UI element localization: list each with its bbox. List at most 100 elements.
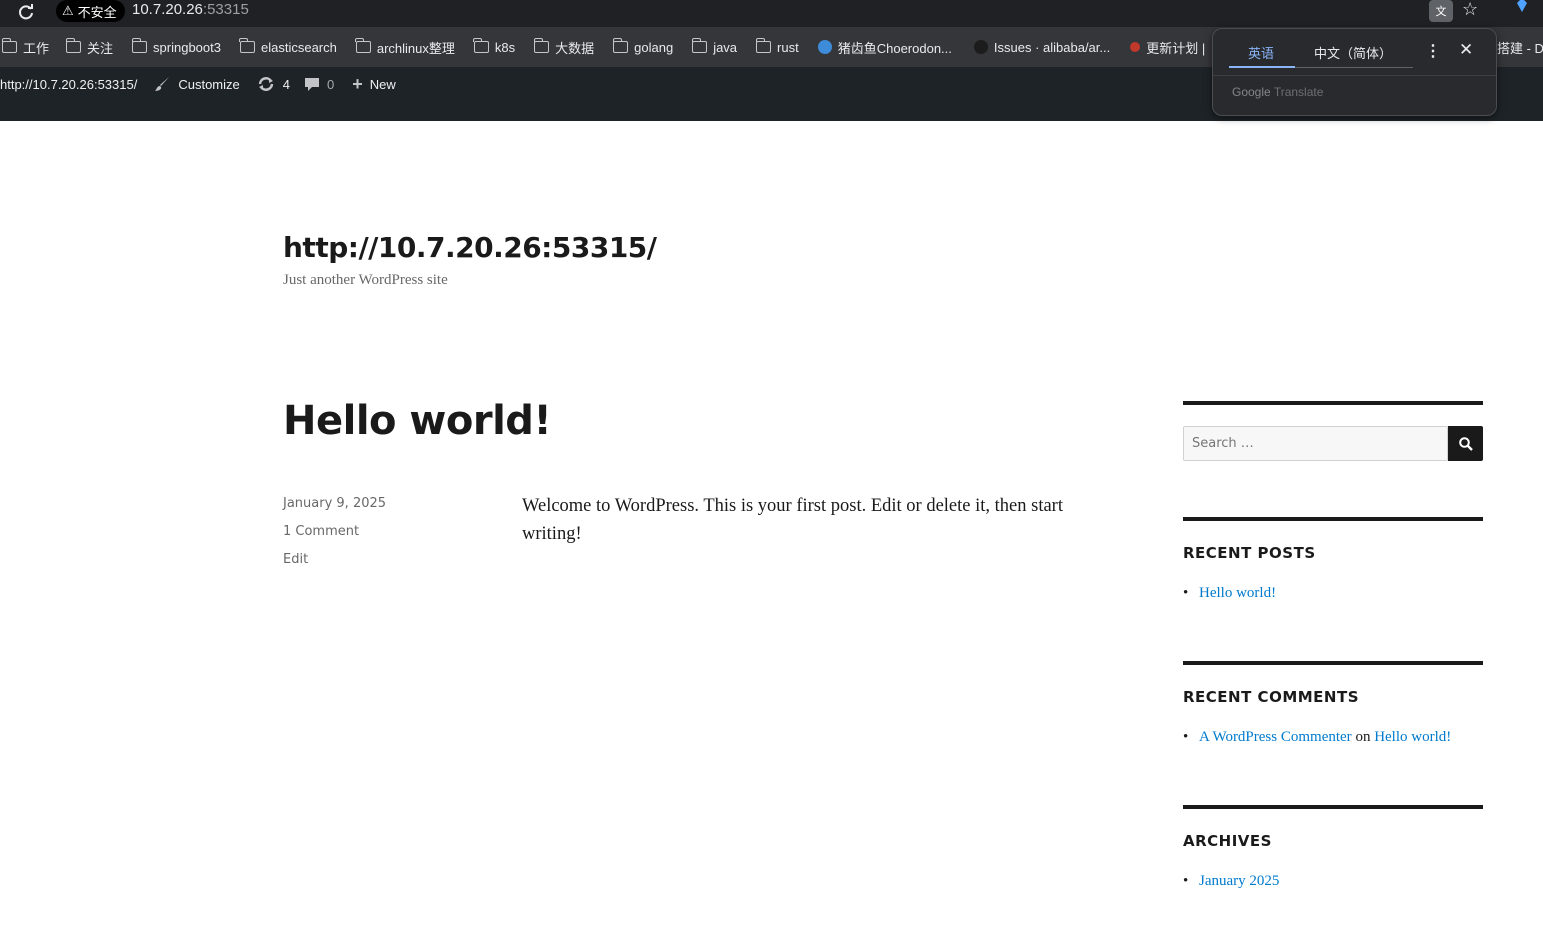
comment-author-link[interactable]: A WordPress Commenter	[1199, 729, 1352, 745]
new-content-button[interactable]: + New	[352, 67, 396, 101]
bookmark-label: 关注	[87, 40, 114, 56]
translate-popup: 英语 中文（简体） ⋮ ✕ Google Translate	[1212, 28, 1497, 116]
url-field[interactable]: 10.7.20.26:53315	[132, 1, 249, 18]
brush-icon	[155, 77, 170, 91]
extension-gem-icon[interactable]	[1515, 0, 1529, 13]
list-item: • Hello world!	[1183, 585, 1276, 602]
translate-icon[interactable]: 文	[1429, 0, 1453, 22]
bookmark-folder[interactable]: 关注	[65, 34, 114, 60]
popup-divider	[1213, 75, 1496, 76]
updates-count: 4	[282, 76, 290, 92]
bookmark-star-icon[interactable]: ☆	[1462, 0, 1478, 20]
bookmark-link[interactable]: Issues · alibaba/ar...	[973, 34, 1111, 60]
widget-divider	[1183, 805, 1483, 809]
list-item: • January 2025	[1183, 873, 1279, 890]
folder-icon	[691, 38, 708, 53]
tab-target-language[interactable]: 中文（简体）	[1314, 43, 1392, 62]
post-title[interactable]: Hello world!	[283, 398, 552, 444]
archive-link[interactable]: January 2025	[1199, 873, 1279, 889]
url-host: 10.7.20.26	[132, 1, 203, 18]
bookmark-label: 搭建 - D	[1497, 40, 1543, 56]
github-icon	[973, 40, 988, 54]
recent-posts-heading: RECENT POSTS	[1183, 544, 1316, 562]
folder-icon	[355, 38, 371, 53]
bookmark-folder[interactable]: archlinux整理	[355, 34, 455, 60]
widget-divider	[1183, 517, 1483, 521]
bookmark-label: java	[713, 39, 738, 55]
bookmark-folder[interactable]: elasticsearch	[239, 34, 337, 60]
bookmark-folder[interactable]: 大数据	[533, 34, 595, 60]
tab-source-language[interactable]: 英语	[1248, 43, 1274, 62]
bookmark-label: rust	[777, 39, 799, 55]
bookmark-link[interactable]: 更新计划 |	[1130, 34, 1205, 60]
post-edit-link[interactable]: Edit	[283, 552, 308, 567]
updates-button[interactable]: 4	[256, 67, 290, 101]
folder-icon	[612, 38, 629, 53]
brand-google: Google	[1232, 85, 1271, 99]
bookmark-label: springboot3	[153, 39, 221, 55]
admin-site-link[interactable]: http://10.7.20.26:53315/	[0, 67, 137, 101]
post-content: Welcome to WordPress. This is your first…	[522, 496, 1063, 544]
google-translate-brand: Google Translate	[1232, 85, 1323, 99]
bullet: •	[1183, 729, 1189, 745]
address-bar: ⚠ 不安全 10.7.20.26:53315 文 ☆	[0, 0, 1543, 27]
bookmark-label: k8s	[494, 39, 516, 55]
url-port: :53315	[202, 1, 249, 18]
bookmark-folder[interactable]: rust	[755, 34, 799, 60]
bookmark-label: 猪齿鱼Choerodon...	[837, 40, 952, 56]
security-chip[interactable]: ⚠ 不安全	[56, 0, 125, 22]
more-options-icon[interactable]: ⋮	[1425, 41, 1441, 61]
bookmark-label: 更新计划 |	[1146, 40, 1206, 56]
brand-translate: Translate	[1273, 85, 1324, 99]
post-comments-link[interactable]: 1 Comment	[283, 524, 359, 539]
admin-site-label: http://10.7.20.26:53315/	[0, 76, 138, 92]
bookmark-label: 大数据	[555, 40, 595, 56]
bookmark-link[interactable]: 猪齿鱼Choerodon...	[817, 34, 952, 60]
active-tab-indicator	[1229, 66, 1295, 68]
comments-count: 0	[327, 76, 335, 92]
comment-on-text: on	[1355, 729, 1371, 745]
search-button[interactable]	[1448, 426, 1483, 461]
close-icon[interactable]: ✕	[1459, 40, 1473, 60]
bookmark-label: Issues · alibaba/ar...	[993, 39, 1111, 55]
folder-icon	[755, 38, 772, 53]
search-icon	[1458, 436, 1473, 451]
recent-comments-heading: RECENT COMMENTS	[1183, 688, 1360, 706]
folder-icon	[131, 38, 148, 53]
site-title[interactable]: http://10.7.20.26:53315/	[283, 231, 657, 264]
comment-post-link[interactable]: Hello world!	[1374, 729, 1451, 745]
bookmark-label: archlinux整理	[376, 40, 455, 56]
site-description: Just another WordPress site	[283, 272, 448, 288]
search-input[interactable]	[1183, 426, 1448, 461]
warning-icon: ⚠	[62, 3, 74, 18]
plus-icon: +	[352, 73, 363, 94]
widget-divider	[1183, 401, 1483, 405]
customize-button[interactable]: Customize	[153, 67, 240, 101]
security-label: 不安全	[77, 4, 117, 20]
updates-icon	[258, 77, 274, 91]
choerodon-icon	[817, 40, 832, 54]
bookmark-link[interactable]: 搭建 - D	[1497, 34, 1543, 60]
bookmark-label: 工作	[23, 40, 50, 56]
site-icon	[1130, 42, 1141, 52]
bookmark-label: elasticsearch	[260, 39, 337, 55]
customize-label: Customize	[178, 76, 240, 92]
folder-icon	[473, 38, 489, 53]
folder-icon	[65, 38, 82, 53]
bookmark-folder[interactable]: 工作	[1, 34, 50, 60]
recent-post-link[interactable]: Hello world!	[1199, 585, 1276, 601]
bookmark-folder[interactable]: java	[691, 34, 738, 60]
comment-icon	[305, 78, 319, 91]
bookmark-folder[interactable]: k8s	[473, 34, 516, 60]
bullet: •	[1183, 873, 1189, 889]
folder-icon	[239, 38, 255, 53]
folder-icon	[1, 38, 17, 53]
bookmark-folder[interactable]: golang	[612, 34, 674, 60]
widget-divider	[1183, 661, 1483, 665]
folder-icon	[533, 38, 550, 53]
bookmark-folder[interactable]: springboot3	[131, 34, 221, 60]
comments-button[interactable]: 0	[304, 67, 334, 101]
reload-icon[interactable]	[16, 2, 36, 22]
post-date[interactable]: January 9, 2025	[283, 496, 386, 511]
bookmark-label: golang	[634, 39, 674, 55]
